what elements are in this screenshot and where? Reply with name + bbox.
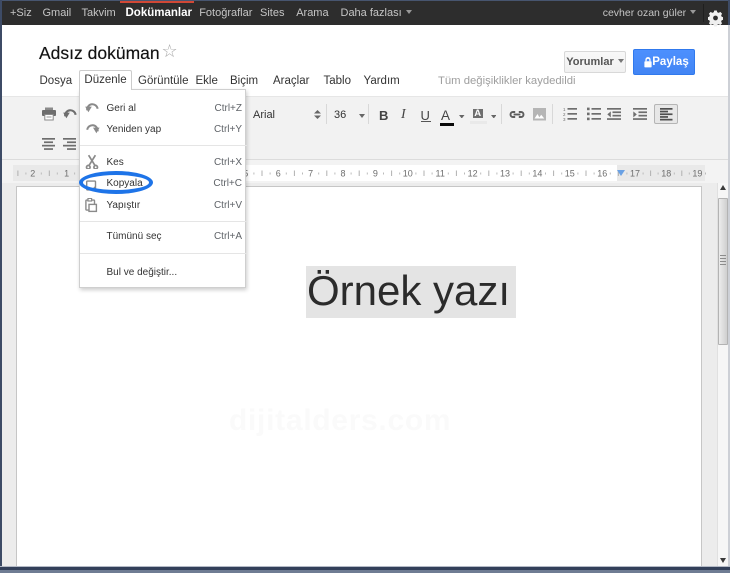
svg-text:16: 16	[597, 169, 607, 179]
svg-text:10: 10	[403, 169, 413, 179]
svg-text:8: 8	[340, 169, 345, 179]
svg-text:18: 18	[661, 169, 671, 179]
svg-text:7: 7	[308, 169, 313, 179]
svg-text:3: 3	[563, 117, 566, 121]
svg-text:12: 12	[468, 169, 478, 179]
svg-text:11: 11	[436, 169, 445, 179]
svg-text:15: 15	[565, 169, 575, 179]
svg-text:13: 13	[500, 169, 510, 179]
svg-text:19: 19	[692, 169, 702, 179]
svg-text:14: 14	[532, 169, 542, 179]
svg-text:6: 6	[276, 169, 281, 179]
svg-text:2: 2	[30, 169, 35, 179]
svg-text:1: 1	[64, 169, 69, 179]
svg-text:9: 9	[373, 169, 378, 179]
svg-text:17: 17	[630, 169, 640, 179]
